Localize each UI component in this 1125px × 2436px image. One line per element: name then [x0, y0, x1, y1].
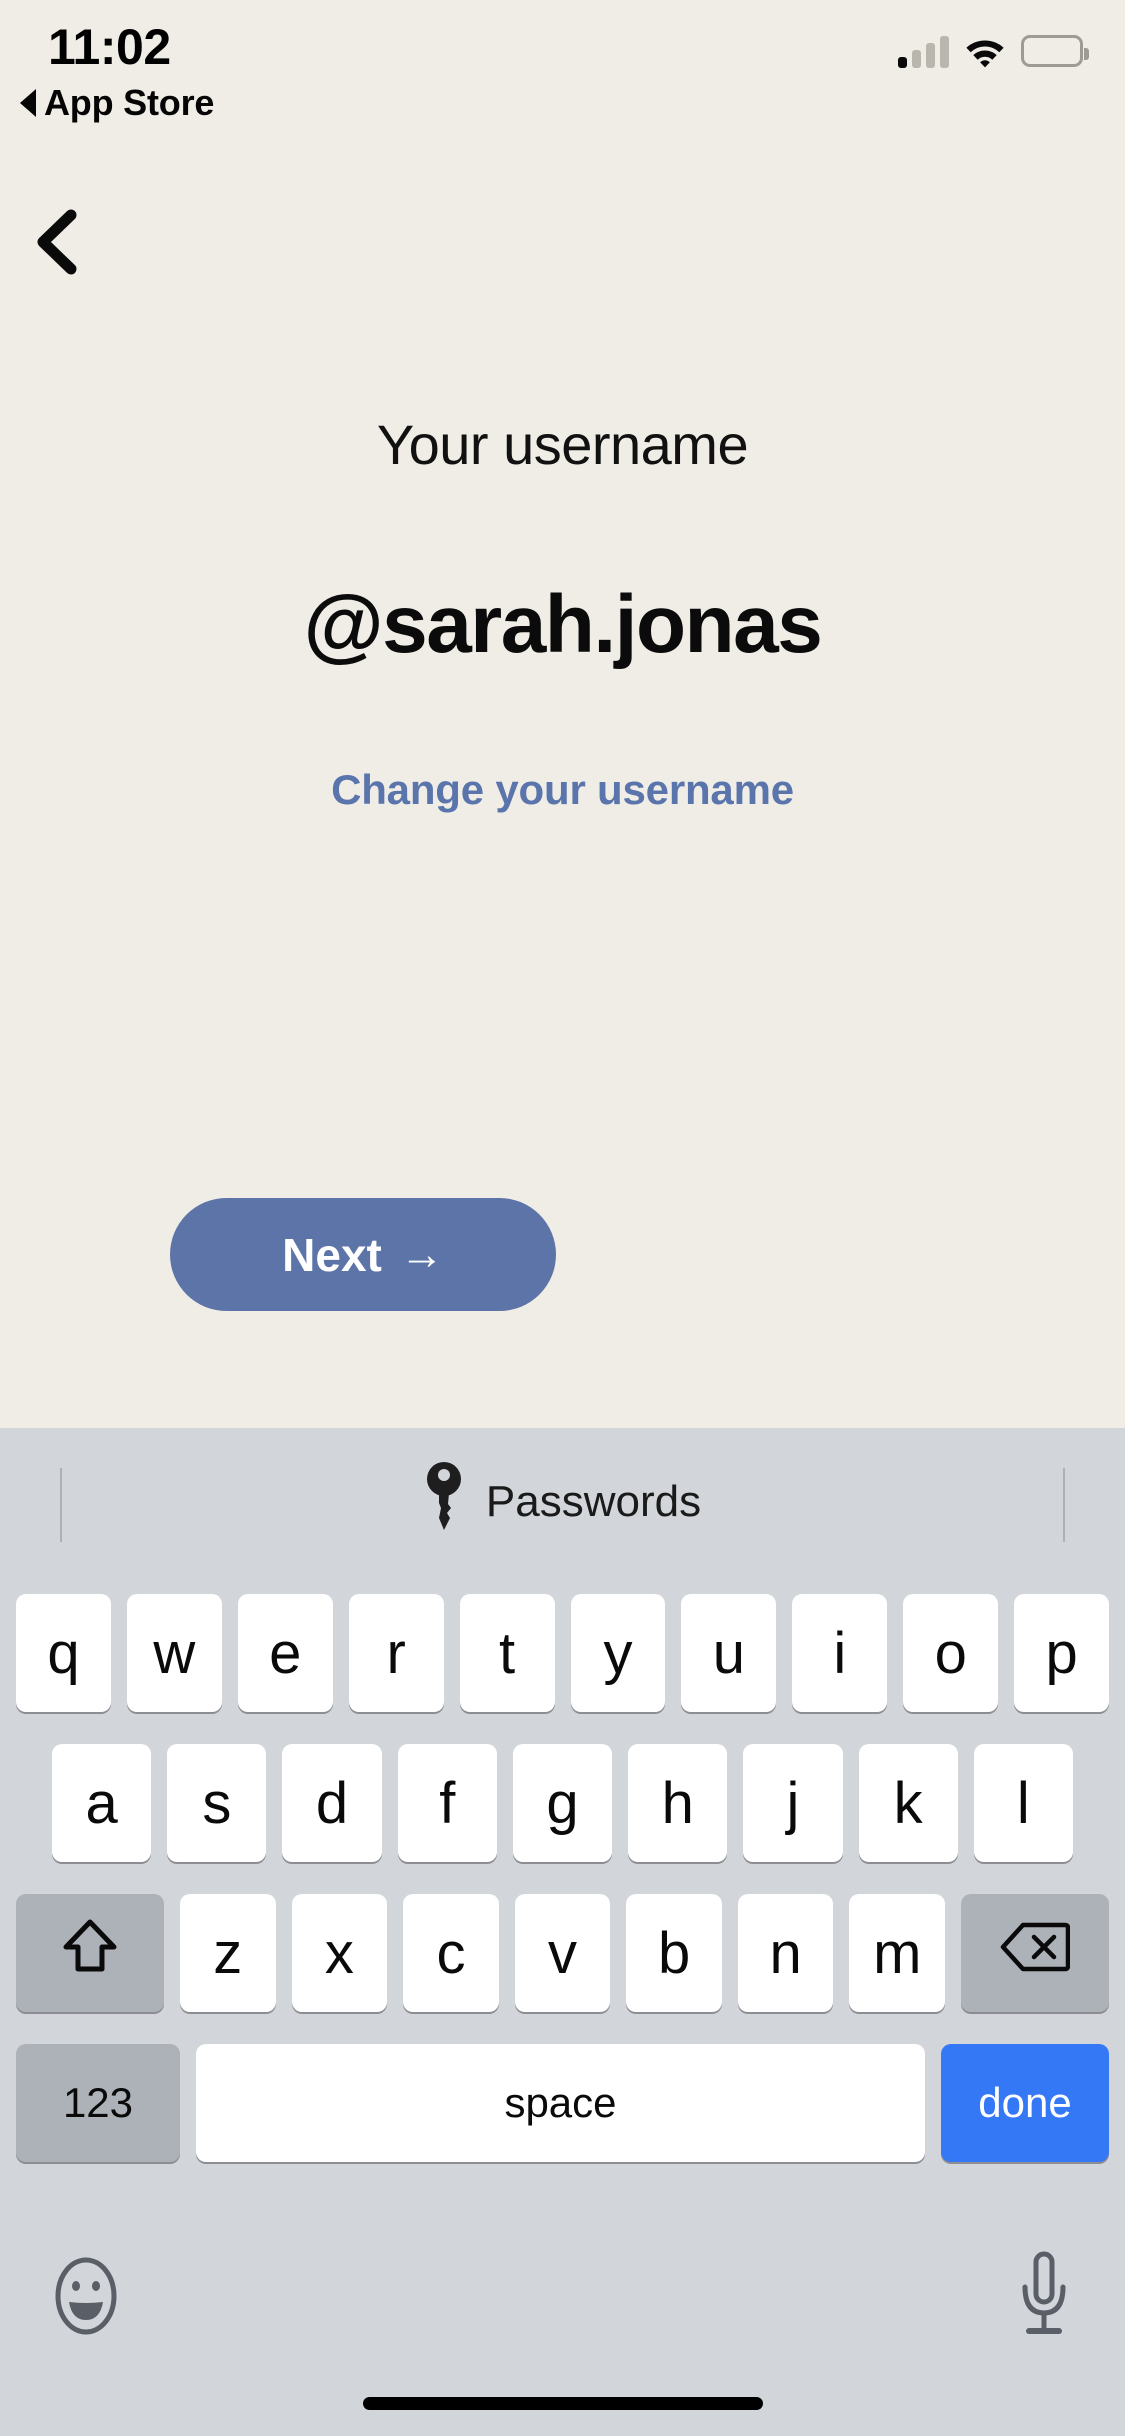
keyboard-rows: q w e r t y u i o p a s d f g h j k l z … — [0, 1578, 1125, 2178]
dictation-key[interactable] — [1015, 2251, 1073, 2346]
home-indicator-bar — [362, 2397, 763, 2410]
passwords-autofill-button[interactable]: Passwords — [424, 1460, 701, 1545]
key-q[interactable]: q — [16, 1594, 111, 1712]
shift-key[interactable] — [16, 1894, 164, 2012]
numbers-key[interactable]: 123 — [16, 2044, 180, 2162]
key-m[interactable]: m — [849, 1894, 946, 2012]
key-icon — [424, 1460, 464, 1545]
key-s[interactable]: s — [167, 1744, 267, 1862]
key-y[interactable]: y — [570, 1594, 666, 1712]
back-button[interactable] — [8, 196, 104, 292]
key-p[interactable]: p — [1014, 1594, 1110, 1712]
chevron-left-icon — [29, 209, 83, 280]
keyboard-row-3: z x c v b n m — [0, 1878, 1125, 2028]
keyboard-row-1: q w e r t y u i o p — [0, 1578, 1125, 1728]
key-f[interactable]: f — [397, 1744, 497, 1862]
shift-up-arrow-icon — [62, 1917, 118, 1989]
key-t[interactable]: t — [459, 1594, 555, 1712]
username-value: @sarah.jonas — [303, 579, 823, 670]
key-u[interactable]: u — [681, 1594, 777, 1712]
next-button[interactable]: Next → — [170, 1198, 556, 1311]
key-r[interactable]: r — [348, 1594, 444, 1712]
on-screen-keyboard: Passwords q w e r t y u i o p a s d f g … — [0, 1428, 1125, 2436]
keyboard-row-4: 123 space done — [0, 2028, 1125, 2178]
key-x[interactable]: x — [291, 1894, 388, 2012]
phone-screen: 11:02 App Store Your username @sarah.jon… — [0, 0, 1125, 2436]
key-z[interactable]: z — [180, 1894, 276, 2012]
key-n[interactable]: n — [737, 1894, 834, 2012]
key-i[interactable]: i — [792, 1594, 888, 1712]
key-a[interactable]: a — [52, 1744, 152, 1862]
keyboard-suggestion-bar: Passwords — [0, 1428, 1125, 1576]
suggestion-divider-left — [60, 1468, 62, 1542]
key-h[interactable]: h — [628, 1744, 728, 1862]
key-k[interactable]: k — [858, 1744, 958, 1862]
key-g[interactable]: g — [512, 1744, 613, 1862]
keyboard-row-2: a s d f g h j k l — [0, 1728, 1125, 1878]
next-button-label: Next — [282, 1228, 382, 1281]
key-c[interactable]: c — [403, 1894, 499, 2012]
key-j[interactable]: j — [743, 1744, 843, 1862]
passwords-label: Passwords — [485, 1477, 702, 1526]
backspace-delete-icon — [1000, 1920, 1071, 1987]
change-username-link[interactable]: Change your username — [0, 766, 1125, 814]
main-content: Your username @sarah.jonas Change your u… — [0, 0, 1125, 1428]
keyboard-bottom-bar — [0, 2238, 1125, 2358]
suggestion-divider-right — [1063, 1468, 1065, 1542]
key-d[interactable]: d — [282, 1744, 382, 1862]
page-title: Your username — [376, 413, 749, 476]
backspace-key[interactable] — [961, 1894, 1110, 2012]
key-b[interactable]: b — [626, 1894, 722, 2012]
key-o[interactable]: o — [903, 1594, 999, 1712]
key-l[interactable]: l — [973, 1744, 1073, 1862]
done-key[interactable]: done — [941, 2044, 1109, 2162]
key-w[interactable]: w — [126, 1594, 222, 1712]
emoji-key[interactable] — [52, 2254, 120, 2343]
space-key[interactable]: space — [196, 2044, 925, 2162]
key-v[interactable]: v — [514, 1894, 611, 2012]
arrow-right-icon: → — [399, 1229, 444, 1279]
key-e[interactable]: e — [237, 1594, 333, 1712]
